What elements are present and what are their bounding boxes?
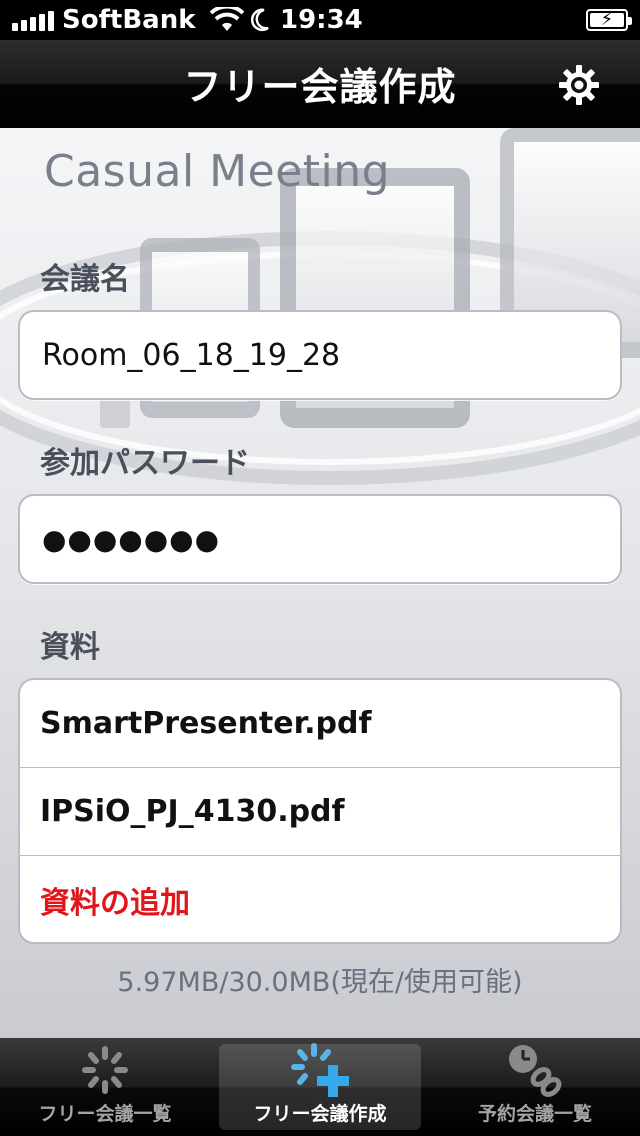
signal-strength-icon: [12, 9, 54, 31]
materials-list: SmartPresenter.pdf IPSiO_PJ_4130.pdf 資料の…: [18, 678, 622, 944]
status-left: SoftBank: [12, 5, 244, 35]
battery-icon: ⚡: [586, 9, 632, 31]
password-field[interactable]: ●●●●●●●: [18, 494, 622, 584]
clock-link-icon: [503, 1041, 567, 1099]
tab-label: 予約会議一覧: [477, 1103, 592, 1125]
gear-icon: [559, 65, 599, 105]
tab-label: フリー会議作成: [253, 1103, 387, 1125]
tab-bar: フリー会議一覧 フリー会議作成 予約会議一覧: [0, 1038, 640, 1136]
status-time: 19:34: [280, 5, 363, 35]
moon-icon: [251, 8, 269, 32]
password-label: 参加パスワード: [40, 446, 250, 481]
meeting-name-label: 会議名: [40, 262, 130, 297]
page-title: フリー会議作成: [183, 65, 457, 109]
wifi-icon: [209, 7, 244, 31]
tab-label: フリー会議一覧: [38, 1103, 172, 1125]
meeting-name-field[interactable]: Room_06_18_19_28: [18, 310, 622, 400]
add-material-button[interactable]: 資料の追加: [20, 856, 620, 942]
settings-button[interactable]: [556, 62, 602, 108]
main-content: Casual Meeting 会議名 Room_06_18_19_28 参加パス…: [0, 128, 640, 1038]
storage-usage-text: 5.97MB/30.0MB(現在/使用可能): [117, 967, 523, 998]
navigation-bar: フリー会議作成: [0, 40, 640, 128]
status-center: 19:34: [250, 5, 363, 35]
file-row[interactable]: SmartPresenter.pdf: [20, 680, 620, 768]
materials-label: 資料: [40, 630, 100, 665]
tab-free-meeting-create[interactable]: フリー会議作成: [219, 1041, 421, 1130]
status-bar: SoftBank 19:34 ⚡: [0, 0, 640, 40]
spinner-plus-icon: [288, 1041, 352, 1099]
tab-scheduled-meeting-list[interactable]: 予約会議一覧: [434, 1044, 636, 1130]
tab-free-meeting-list[interactable]: フリー会議一覧: [4, 1044, 206, 1130]
spinner-icon: [73, 1043, 137, 1099]
file-row[interactable]: IPSiO_PJ_4130.pdf: [20, 768, 620, 856]
brand-logo: Casual Meeting: [44, 146, 391, 197]
carrier-name: SoftBank: [62, 5, 196, 35]
